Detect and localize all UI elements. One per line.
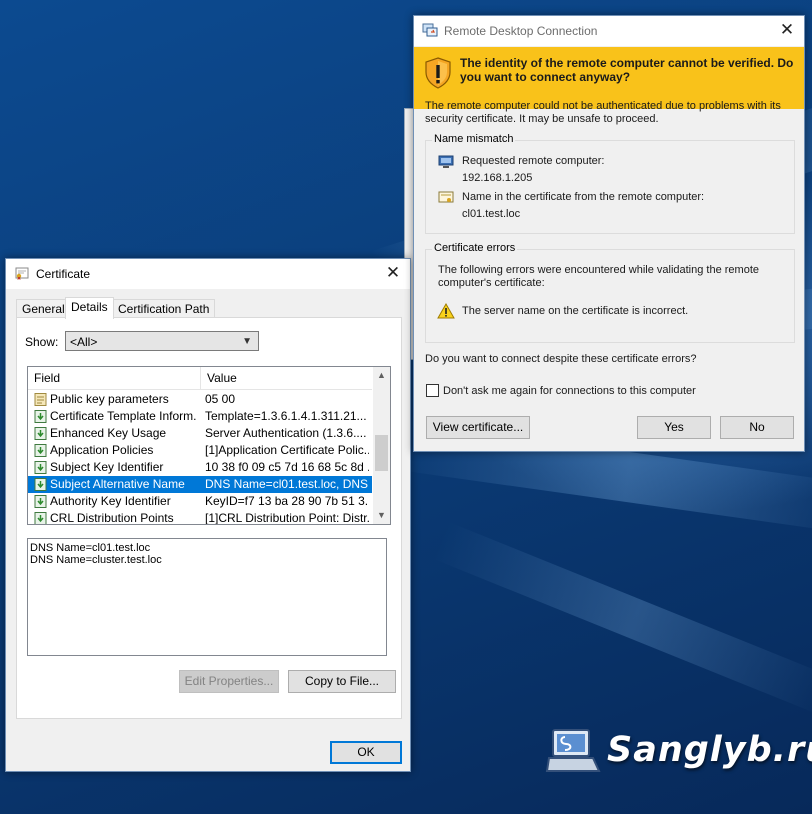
download-doc-icon <box>34 410 47 423</box>
fields-list[interactable]: Field Value Public key parameters 05 00 … <box>27 366 391 525</box>
detail-line: DNS Name=cl01.test.loc <box>30 542 151 554</box>
intro-text: The remote computer could not be authent… <box>425 100 781 125</box>
warning-shield-icon <box>425 57 451 89</box>
requested-computer-label: Requested remote computer: <box>462 155 605 167</box>
list-rows: Public key parameters 05 00 Certificate … <box>28 391 372 525</box>
field-name: CRL Distribution Points <box>50 511 174 525</box>
name-mismatch-label: Name mismatch <box>432 133 516 145</box>
certificate-errors-label: Certificate errors <box>432 242 518 254</box>
edit-properties-button[interactable]: Edit Properties... <box>179 670 279 693</box>
download-doc-icon <box>34 461 47 474</box>
table-row[interactable]: Enhanced Key Usage Server Authentication… <box>28 425 372 442</box>
list-scrollbar[interactable]: ▲ ▼ <box>373 367 390 524</box>
warning-heading: The identity of the remote computer cann… <box>460 56 794 84</box>
field-name: Public key parameters <box>50 392 169 406</box>
table-row[interactable]: Authority Key Identifier KeyID=f7 13 ba … <box>28 493 372 510</box>
watermark-text: Sanglyb.ru <box>607 730 812 770</box>
certificate-window-title: Certificate <box>36 267 91 281</box>
detail-line: DNS Name=cluster.test.loc <box>30 554 162 566</box>
field-name: Subject Key Identifier <box>50 460 164 474</box>
tab-general[interactable]: General <box>16 299 71 318</box>
scroll-down-icon[interactable]: ▼ <box>373 507 390 524</box>
field-value: DNS Name=cl01.test.loc, DNS ... <box>205 477 369 491</box>
remote-computer-icon <box>438 155 454 168</box>
list-header: Field Value <box>28 367 372 390</box>
certificate-errors-group: Certificate errors The following errors … <box>425 242 795 343</box>
close-icon[interactable]: ✕ <box>776 20 798 40</box>
field-value: Server Authentication (1.3.6.... <box>205 426 367 440</box>
field-value: [1]Application Certificate Polic... <box>205 443 369 457</box>
field-value: KeyID=f7 13 ba 28 90 7b 51 3... <box>205 494 369 508</box>
scrollbar-thumb[interactable] <box>375 435 388 471</box>
connect-question: Do you want to connect despite these cer… <box>425 353 697 365</box>
light-ray <box>432 521 812 716</box>
ok-button[interactable]: OK <box>330 741 402 764</box>
certificate-icon <box>15 267 29 280</box>
show-dropdown-value: <All> <box>70 335 98 349</box>
download-doc-icon <box>34 495 47 508</box>
cert-error-item: The server name on the certificate is in… <box>462 305 689 317</box>
cert-name-label: Name in the certificate from the remote … <box>462 191 705 203</box>
field-value: [1]CRL Distribution Point: Distr... <box>205 511 369 525</box>
laptop-logo-icon <box>545 729 601 772</box>
download-doc-icon <box>34 427 47 440</box>
table-row[interactable]: Certificate Template Inform... Template=… <box>28 408 372 425</box>
show-dropdown[interactable]: <All> ▼ <box>65 331 259 351</box>
certificate-doc-icon <box>34 393 47 406</box>
cert-name-value: cl01.test.loc <box>462 208 521 220</box>
details-tab-page: Show: <All> ▼ Field Value Public key par… <box>16 317 402 719</box>
table-row[interactable]: Subject Key Identifier 10 38 f0 09 c5 7d… <box>28 459 372 476</box>
chevron-down-icon: ▼ <box>242 336 252 347</box>
requested-computer-value: 192.168.1.205 <box>462 172 533 184</box>
cert-errors-description: The following errors were encountered wh… <box>438 264 760 289</box>
name-mismatch-group: Name mismatch Requested remote computer:… <box>425 133 795 234</box>
view-certificate-button[interactable]: View certificate... <box>426 416 530 439</box>
certificate-window: Certificate ✕ General Details Certificat… <box>5 258 411 772</box>
download-doc-icon <box>34 478 47 491</box>
rdp-titlebar[interactable]: Remote Desktop Connection ✕ <box>414 16 804 46</box>
warning-triangle-icon <box>437 303 455 319</box>
download-doc-icon <box>34 512 47 524</box>
show-label: Show: <box>25 335 59 349</box>
field-detail-box[interactable]: DNS Name=cl01.test.loc DNS Name=cluster.… <box>27 538 387 656</box>
field-name: Certificate Template Inform... <box>50 409 196 423</box>
tab-details[interactable]: Details <box>65 297 114 319</box>
close-icon[interactable]: ✕ <box>382 263 404 283</box>
dont-ask-checkbox[interactable] <box>426 384 439 397</box>
dont-ask-label[interactable]: Don't ask me again for connections to th… <box>443 385 696 398</box>
field-value: Template=1.3.6.1.4.1.311.21... <box>205 409 367 423</box>
certificate-titlebar[interactable]: Certificate ✕ <box>6 259 410 289</box>
yes-button[interactable]: Yes <box>637 416 711 439</box>
field-name: Application Policies <box>50 443 154 457</box>
field-name: Authority Key Identifier <box>50 494 171 508</box>
download-doc-icon <box>34 444 47 457</box>
table-row[interactable]: Application Policies [1]Application Cert… <box>28 442 372 459</box>
field-value: 10 38 f0 09 c5 7d 16 68 5c 8d ... <box>205 460 369 474</box>
certificate-icon <box>438 191 454 203</box>
no-button[interactable]: No <box>720 416 794 439</box>
table-row[interactable]: Public key parameters 05 00 <box>28 391 372 408</box>
column-header-field[interactable]: Field <box>28 367 60 389</box>
remote-desktop-icon <box>422 23 438 37</box>
tab-certification-path[interactable]: Certification Path <box>112 299 216 318</box>
table-row-selected[interactable]: Subject Alternative Name DNS Name=cl01.t… <box>28 476 372 493</box>
field-name: Enhanced Key Usage <box>50 426 167 440</box>
field-value: 05 00 <box>205 392 236 406</box>
scroll-up-icon[interactable]: ▲ <box>373 367 390 384</box>
rdp-window: Remote Desktop Connection ✕ The identity… <box>413 15 805 452</box>
field-name: Subject Alternative Name <box>50 477 185 491</box>
table-row[interactable]: CRL Distribution Points [1]CRL Distribut… <box>28 510 372 525</box>
rdp-window-title: Remote Desktop Connection <box>444 24 598 38</box>
copy-to-file-button[interactable]: Copy to File... <box>288 670 396 693</box>
column-header-value[interactable]: Value <box>200 367 237 389</box>
